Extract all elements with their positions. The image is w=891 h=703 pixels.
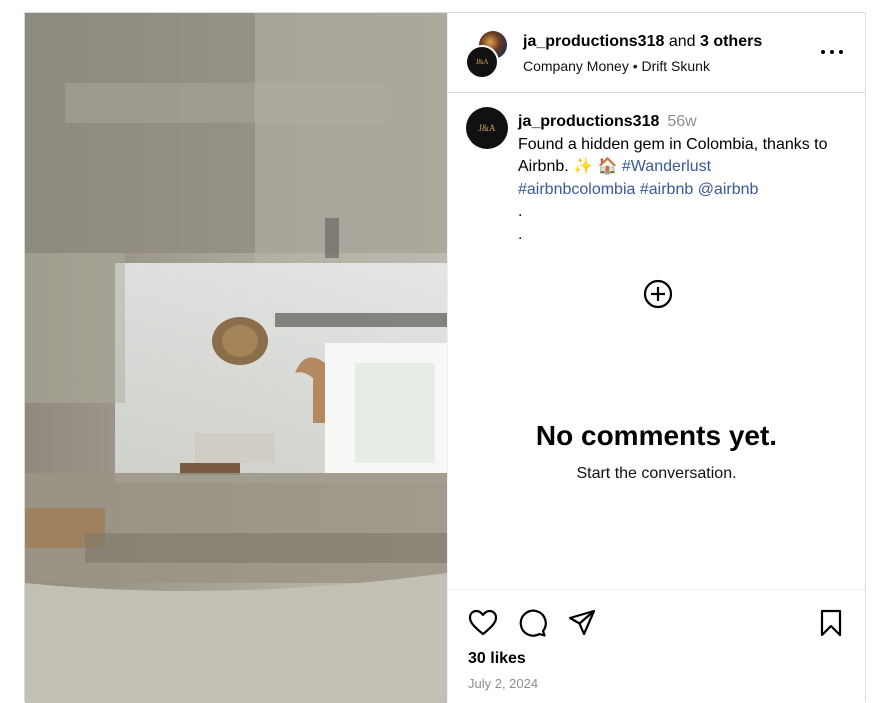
and-text: and [668,33,696,50]
author-username-link[interactable]: ja_productions318 [523,33,664,50]
mention-airbnb[interactable]: @airbnb [698,181,759,198]
hashtag-airbnb[interactable]: #airbnb [640,181,693,198]
post-dialog: J&A ja_productions318 and 3 others Compa… [24,12,866,703]
post-actions: 30 likes July 2, 2024 [448,589,865,702]
more-options-icon[interactable] [821,45,843,59]
comments-area: J&A ja_productions318 56w Found a hidden … [448,93,865,589]
hashtag-airbnbcolombia[interactable]: #airbnbcolombia [518,181,635,198]
empty-comments-subtitle: Start the conversation. [576,465,737,482]
heart-icon[interactable] [468,608,498,638]
caption: ja_productions318 56w Found a hidden gem … [518,111,848,246]
audio-track-link[interactable]: Company Money • Drift Skunk [523,57,762,75]
post-photo [25,13,447,703]
bookmark-icon[interactable] [816,608,846,638]
post-header: J&A ja_productions318 and 3 others Compa… [448,13,865,93]
paper-plane-icon[interactable] [567,608,597,638]
caption-avatar[interactable]: J&A [466,107,508,149]
post-sidebar: J&A ja_productions318 and 3 others Compa… [447,13,865,702]
likes-count[interactable]: 30 likes [468,650,526,668]
add-circle-icon[interactable] [643,279,673,309]
post-date[interactable]: July 2, 2024 [468,676,538,691]
empty-comments-title: No comments yet. [535,420,778,451]
comment-bubble-icon[interactable] [517,608,547,638]
caption-username-link[interactable]: ja_productions318 [518,113,659,130]
hashtag-wanderlust[interactable]: #Wanderlust [622,158,711,175]
author-avatar: J&A [465,45,499,79]
post-age[interactable]: 56w [667,113,696,130]
caption-dot: . [518,225,523,243]
caption-dot: . [518,203,523,220]
post-image[interactable] [25,13,447,703]
header-text: ja_productions318 and 3 others Company M… [523,32,762,75]
others-link[interactable]: 3 others [700,33,762,50]
collab-avatars[interactable]: J&A [465,31,509,79]
